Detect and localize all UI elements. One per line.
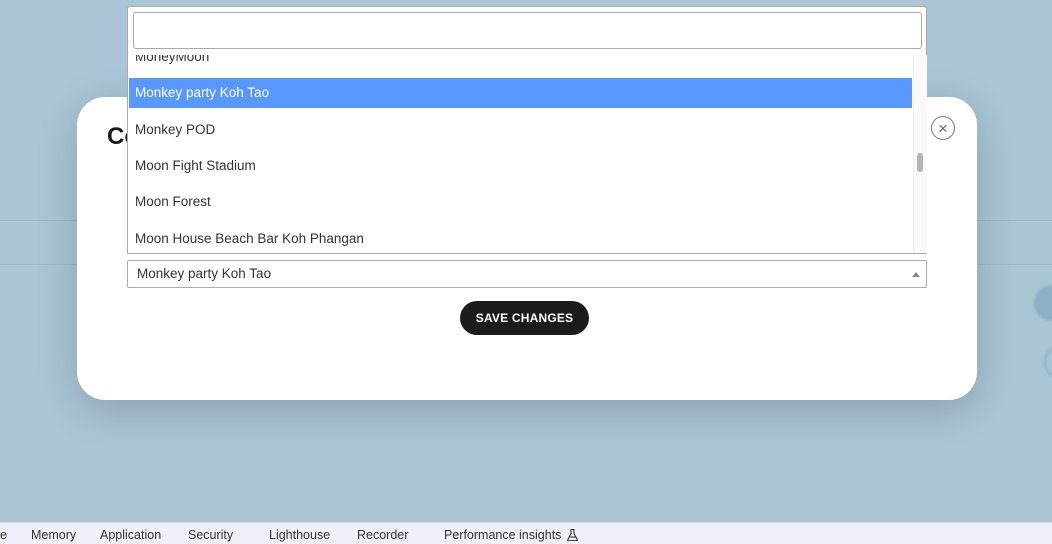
dropdown-option[interactable]: Moon Forest [129,187,912,217]
devtools-tab-partial[interactable]: e [0,528,7,542]
devtools-tab-performance-insights-label: Performance insights [444,528,562,542]
dropdown-option-selected[interactable]: Monkey party Koh Tao [129,78,912,108]
devtools-tab-performance-insights[interactable]: Performance insights [444,528,579,542]
devtools-tab-recorder[interactable]: Recorder [357,528,408,542]
scrollbar-thumb[interactable] [917,153,923,172]
backdrop-shape [1044,345,1052,379]
dropdown-option[interactable]: Moon House Beach Bar Koh Phangan [129,224,912,253]
dropdown-option[interactable]: MoneyMoon [129,55,912,72]
close-button[interactable]: × [931,116,955,140]
venue-dropdown: MoneyMoon Monkey party Koh Tao Monkey PO… [127,6,927,254]
devtools-tab-lighthouse[interactable]: Lighthouse [269,528,330,542]
dropdown-option[interactable]: Monkey POD [129,115,912,145]
save-changes-button[interactable]: SAVE CHANGES [460,301,589,335]
flask-icon [567,529,579,541]
dropdown-option[interactable]: Moon Fight Stadium [129,151,912,181]
devtools-tab-security[interactable]: Security [188,528,233,542]
dropdown-options[interactable]: MoneyMoon Monkey party Koh Tao Monkey PO… [129,55,912,253]
venue-select-value: Monkey party Koh Tao [137,266,272,281]
venue-select[interactable]: Monkey party Koh Tao [127,260,927,288]
devtools-tab-application[interactable]: Application [100,528,161,542]
modal-title: Co [107,123,127,150]
caret-up-icon [912,272,920,277]
backdrop-shape [1034,285,1052,321]
dropdown-search-input[interactable] [133,12,922,49]
devtools-tab-memory[interactable]: Memory [31,528,76,542]
close-icon: × [938,118,948,138]
devtools-tab-strip: e Memory Application Security Lighthouse… [0,522,1052,544]
dropdown-scrollbar[interactable] [913,55,927,253]
